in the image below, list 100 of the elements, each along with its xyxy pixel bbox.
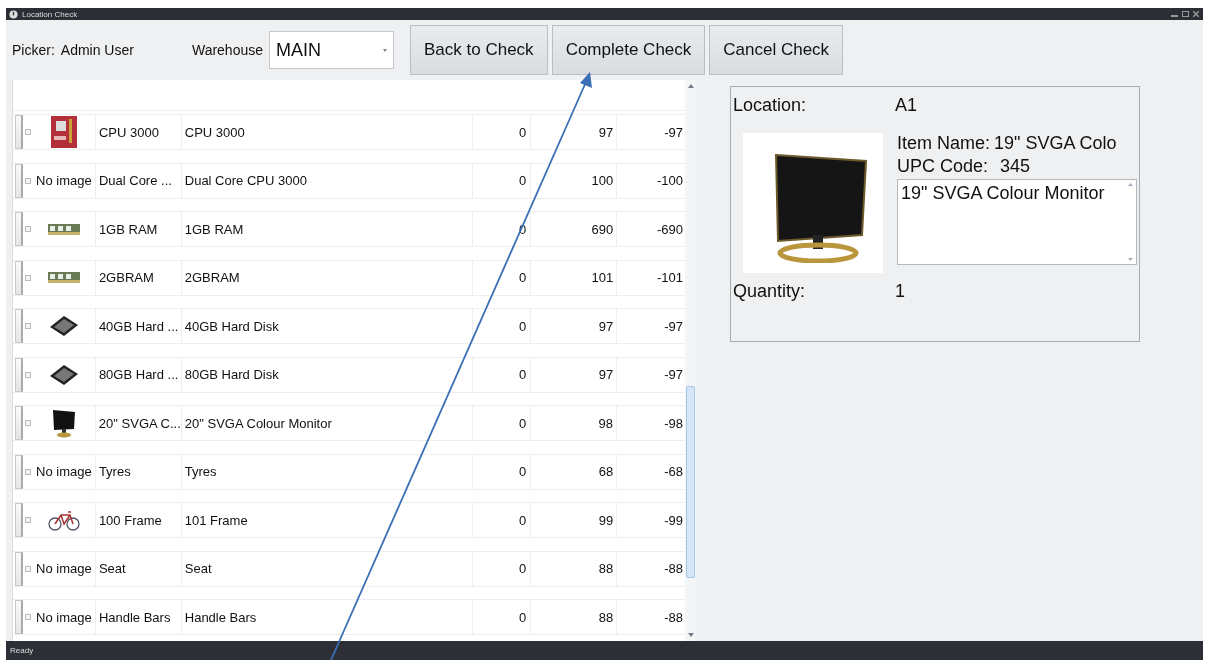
grid-row[interactable]: 80GB Hard ... 80GB Hard Disk 0 97 -97 xyxy=(13,356,685,393)
row-handle[interactable] xyxy=(15,260,23,295)
grid-row[interactable]: 100 Frame 101 Frame 0 99 -99 xyxy=(13,502,685,538)
picker-label: Picker: xyxy=(12,42,55,58)
table-cell: Handle Bars xyxy=(181,600,474,634)
memory-module-thumbnail xyxy=(47,223,80,235)
table-cell: Seat xyxy=(95,551,182,586)
vertical-scrollbar[interactable] xyxy=(685,80,696,641)
picker-name: Admin User xyxy=(60,42,134,58)
table-cell: 80GB Hard ... xyxy=(95,357,182,392)
warehouse-dropdown[interactable]: MAIN xyxy=(269,31,394,69)
table-cell-text: -101 xyxy=(656,269,684,287)
table-cell: 80GB Hard Disk xyxy=(181,357,474,392)
expand-icon[interactable] xyxy=(25,129,31,135)
scroll-down-icon[interactable] xyxy=(687,633,694,637)
close-icon[interactable] xyxy=(1193,11,1199,17)
table-cell: 88 xyxy=(531,551,618,586)
row-handle[interactable] xyxy=(15,600,23,634)
table-cell: 0 xyxy=(473,115,532,149)
expand-icon[interactable] xyxy=(24,420,31,426)
bicycle-thumbnail xyxy=(47,509,80,531)
row-handle[interactable] xyxy=(15,357,23,392)
row-handle[interactable] xyxy=(15,551,23,586)
table-cell-text: -68 xyxy=(663,463,684,481)
grid-row[interactable]: CPU 3000 CPU 3000 0 97 -97 xyxy=(13,114,685,150)
status-text: Ready xyxy=(10,646,34,655)
description-field[interactable]: 19" SVGA Colour Monitor xyxy=(897,179,1137,265)
upc-code-value: 345 xyxy=(1000,156,1031,177)
expand-icon[interactable] xyxy=(25,614,31,620)
grid-row[interactable]: 40GB Hard ... 40GB Hard Disk 0 97 -97 xyxy=(13,308,685,344)
scrollbar-thumb[interactable] xyxy=(686,386,695,578)
row-handle[interactable] xyxy=(15,503,23,537)
table-cell: Handle Bars xyxy=(95,600,182,634)
table-cell: 101 xyxy=(531,260,618,295)
row-handle[interactable] xyxy=(15,115,23,149)
table-cell-text: -99 xyxy=(663,511,684,530)
memory-module-thumbnail xyxy=(47,272,80,283)
expand-icon[interactable] xyxy=(25,468,31,475)
table-cell: 0 xyxy=(473,309,532,343)
grid-row[interactable]: 20" SVGA C... 20" SVGA Colour Monitor 0 98 -98 xyxy=(13,405,685,441)
grid-row[interactable]: No image Tyres Tyres 0 68 -68 xyxy=(13,453,685,490)
toolbar-button[interactable]: Cancel Check xyxy=(709,25,844,75)
table-cell: Seat xyxy=(181,551,474,586)
restore-icon[interactable] xyxy=(1182,11,1189,17)
table-cell: 20" SVGA C... xyxy=(95,406,182,440)
table-cell: 40GB Hard Disk xyxy=(181,309,474,343)
toolbar-button[interactable]: Back to Check xyxy=(410,25,548,75)
table-cell: 99 xyxy=(531,503,618,537)
scroll-up-icon[interactable] xyxy=(687,84,694,88)
expand-icon[interactable] xyxy=(25,323,31,329)
expand-icon[interactable] xyxy=(25,565,31,572)
monitor-thumbnail xyxy=(51,408,76,438)
table-cell: Dual Core ... xyxy=(95,163,182,198)
window-title: Location Check xyxy=(22,9,78,19)
row-handle[interactable] xyxy=(15,309,23,343)
table-cell: 97 xyxy=(531,309,618,343)
row-handle[interactable] xyxy=(15,454,23,489)
table-cell: 40GB Hard ... xyxy=(95,309,182,343)
location-label: Location: xyxy=(733,95,808,116)
row-handle[interactable] xyxy=(15,163,23,198)
table-cell: 97 xyxy=(531,357,618,392)
row-handle[interactable] xyxy=(15,212,23,246)
table-cell: 101 Frame xyxy=(181,503,474,537)
table-cell: 0 xyxy=(473,260,532,295)
grid-row[interactable]: No image Seat Seat 0 88 -88 xyxy=(13,550,685,587)
no-image-text: No image xyxy=(36,464,92,479)
item-name-value: 19" SVGA Colo xyxy=(994,133,1117,154)
scroll-up-icon[interactable] xyxy=(1128,183,1133,186)
table-cell-text: -97 xyxy=(663,317,684,336)
row-handle[interactable] xyxy=(15,406,23,440)
table-cell: 2GBRAM xyxy=(95,260,182,295)
quantity-value: 1 xyxy=(895,281,905,302)
table-cell-text: -88 xyxy=(663,560,684,578)
table-cell-text: -97 xyxy=(663,366,684,384)
table-cell: 1GB RAM xyxy=(181,212,474,246)
table-cell: 98 xyxy=(531,406,618,440)
table-cell: 0 xyxy=(473,163,532,198)
table-cell: 68 xyxy=(531,454,618,489)
scroll-down-icon[interactable] xyxy=(1128,258,1133,261)
table-cell-text: -88 xyxy=(663,608,684,627)
expand-icon[interactable] xyxy=(25,177,31,184)
toolbar-button[interactable]: Complete Check xyxy=(551,25,706,75)
item-name-label: Item Name: xyxy=(897,133,991,154)
expand-icon[interactable] xyxy=(25,226,31,232)
expand-icon[interactable] xyxy=(25,517,31,523)
upc-code-label: UPC Code: xyxy=(897,156,989,177)
table-cell: 0 xyxy=(473,503,532,537)
no-image-text: No image xyxy=(36,561,92,576)
expand-icon[interactable] xyxy=(25,274,31,281)
table-cell: CPU 3000 xyxy=(181,115,474,149)
grid-row[interactable]: No image Dual Core ... Dual Core CPU 3000 0 100 -100 xyxy=(13,162,685,199)
grid-row[interactable]: 2GBRAM 2GBRAM 0 101 -101 xyxy=(13,259,685,296)
no-image-text: No image xyxy=(36,173,92,188)
table-cell: 0 xyxy=(473,357,532,392)
grid-row[interactable]: No image Handle Bars Handle Bars 0 88 -88 xyxy=(13,599,685,635)
quantity-label: Quantity: xyxy=(733,281,807,302)
dropdown-caret-icon xyxy=(383,48,387,52)
table-cell: 0 xyxy=(473,406,532,440)
table-cell: 0 xyxy=(473,454,532,489)
expand-icon[interactable] xyxy=(25,371,31,378)
